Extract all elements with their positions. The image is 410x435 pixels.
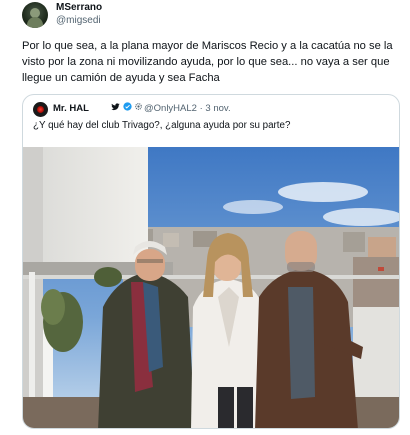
plant-shape xyxy=(41,289,65,325)
quoted-author-handle[interactable]: @OnlyHAL2 xyxy=(144,103,197,114)
twitter-bird-icon xyxy=(111,103,120,111)
quoted-photo[interactable] xyxy=(23,147,399,428)
quoted-author-avatar[interactable] xyxy=(33,102,48,117)
quoted-tweet-text: ¿Y qué hay del club Trivago?, ¿alguna ay… xyxy=(33,120,291,131)
group-photo-rooftop xyxy=(23,147,399,428)
building-shape xyxy=(343,232,365,252)
cloud-shape xyxy=(278,182,368,202)
quoted-author-icons xyxy=(111,102,143,112)
author-handle[interactable]: @migsedi xyxy=(56,15,101,26)
tweet-text: Por lo que sea, a la plana mayor de Mari… xyxy=(22,40,393,84)
building-shape xyxy=(368,237,396,257)
avatar-body-shape xyxy=(27,17,43,28)
verified-badge-icon xyxy=(122,102,132,111)
plant-shape xyxy=(94,267,122,287)
quoted-tweet[interactable]: Mr. HAL @OnlyHAL2 · 3 nov. ¿Y qué hay de… xyxy=(22,94,400,429)
quoted-meta: @OnlyHAL2 · 3 nov. xyxy=(144,103,231,114)
tweet[interactable]: MSerrano @migsedi Por lo que sea, a la p… xyxy=(0,0,410,435)
meta-separator: · xyxy=(199,103,203,114)
quoted-date[interactable]: 3 nov. xyxy=(205,103,230,114)
hal-eye-icon xyxy=(37,106,44,113)
quoted-author-name[interactable]: Mr. HAL xyxy=(53,103,89,114)
author-avatar[interactable] xyxy=(22,2,48,28)
roof-detail xyxy=(378,267,384,271)
building-shape xyxy=(163,233,179,247)
author-display-name[interactable]: MSerrano xyxy=(56,2,102,13)
cloud-shape xyxy=(323,208,399,226)
gear-icon xyxy=(135,103,142,110)
cloud-shape xyxy=(223,200,283,214)
